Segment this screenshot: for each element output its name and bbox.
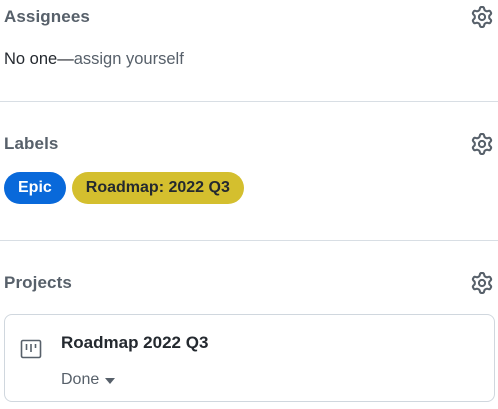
project-status-value: Done (61, 371, 100, 388)
caret-down-icon (105, 378, 116, 384)
project-board-icon (19, 337, 43, 361)
project-title[interactable]: Roadmap 2022 Q3 (61, 333, 208, 353)
projects-section: Projects Roadmap 2022 Q3 Done (0, 0, 498, 409)
issue-sidebar: Assignees No one—assign yourself Labels … (0, 0, 498, 409)
project-status-dropdown[interactable]: Done (61, 371, 116, 389)
projects-title: Projects (4, 273, 72, 292)
projects-header[interactable]: Projects (4, 268, 498, 298)
project-card: Roadmap 2022 Q3 Done (4, 314, 495, 402)
gear-icon[interactable] (470, 271, 494, 295)
